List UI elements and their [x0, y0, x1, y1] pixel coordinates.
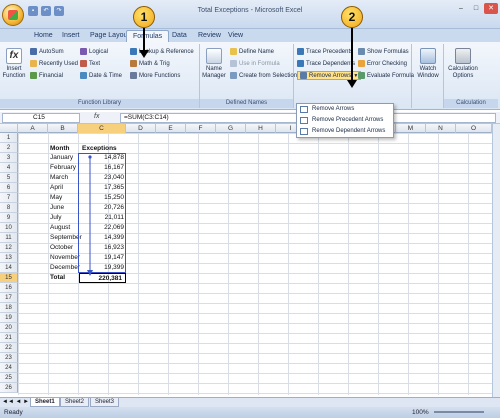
sheet-tab-3[interactable]: Sheet3 [90, 398, 120, 407]
sheet-tab-2[interactable]: Sheet2 [60, 398, 90, 407]
callout-1: 1 [133, 6, 155, 28]
sheet-tab-1[interactable]: Sheet1 [30, 398, 60, 407]
status-ready: Ready [4, 409, 23, 416]
sheet-tab-bar: ◄◄ ◄ ► ►► Sheet1 Sheet2 Sheet3 [0, 397, 500, 407]
callout-arrows [139, 28, 357, 88]
zoom-slider[interactable] [434, 411, 484, 413]
callout-2: 2 [341, 6, 363, 28]
status-bar: Ready 100% [0, 407, 500, 418]
zoom-level[interactable]: 100% [412, 407, 429, 418]
